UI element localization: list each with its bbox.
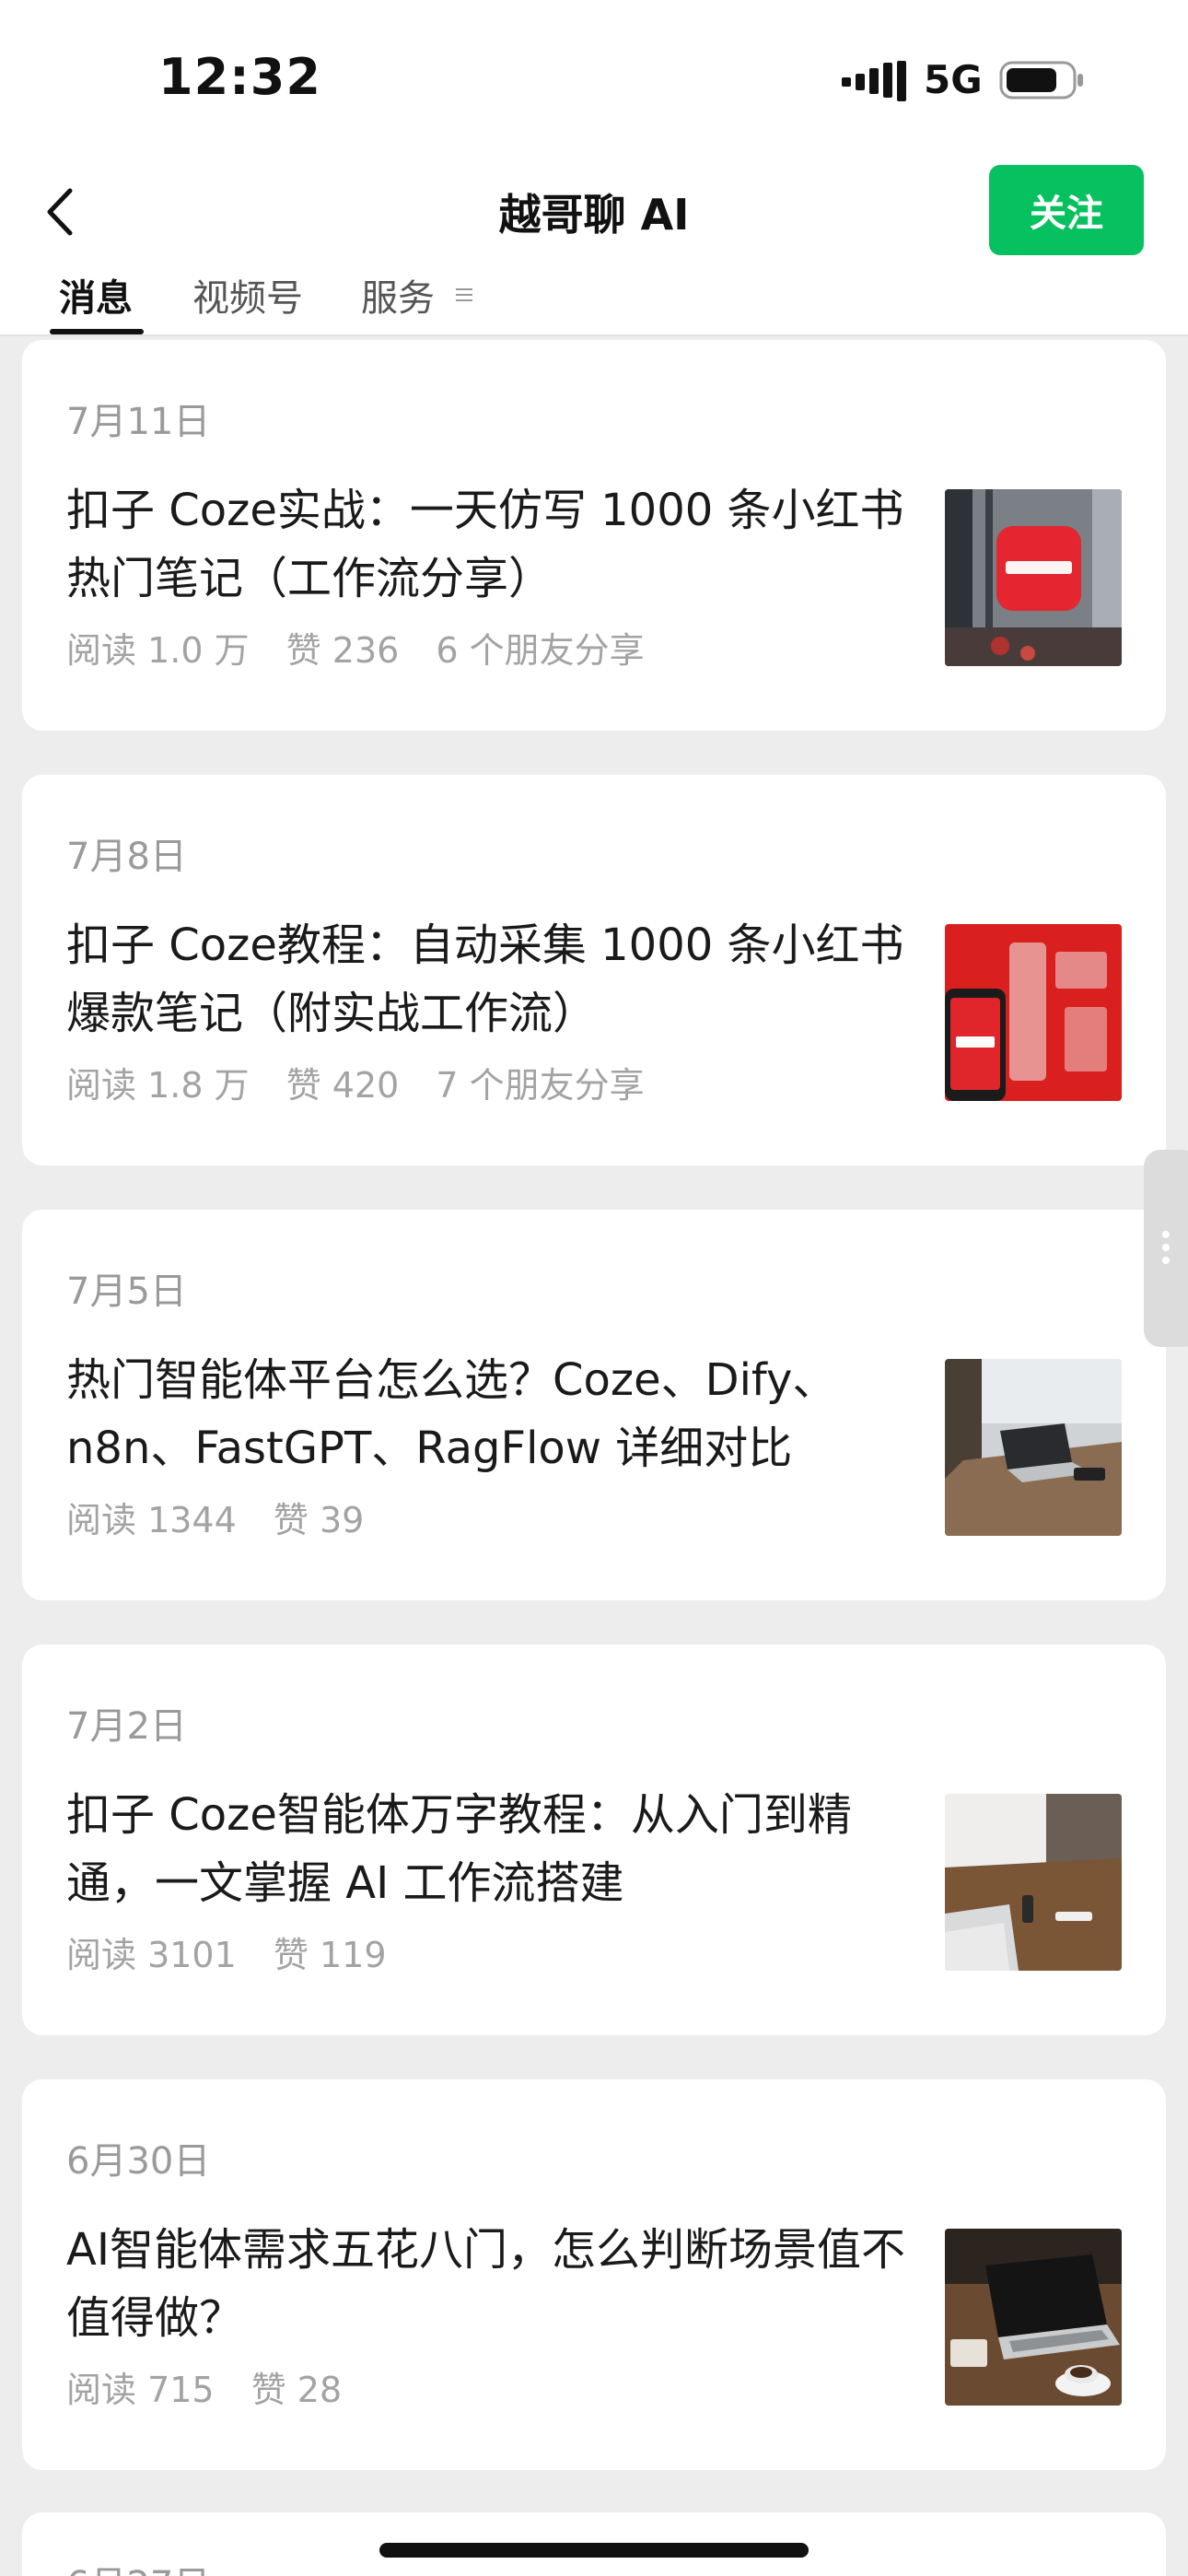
article-date: 6月27日 xyxy=(66,2555,210,2576)
read-count: 阅读 1.0 万 xyxy=(66,630,250,671)
laptop-desk-thumbnail[interactable] xyxy=(945,1359,1122,1536)
status-time: 12:32 xyxy=(158,48,321,106)
side-drag-handle[interactable] xyxy=(1144,1150,1188,1347)
battery-icon xyxy=(999,61,1083,100)
like-count: 赞 28 xyxy=(250,2370,343,2410)
signal-icon xyxy=(842,61,906,101)
article-date: 7月2日 xyxy=(66,1705,187,1748)
tab-messages[interactable]: 消息 xyxy=(59,268,133,322)
like-count: 赞 420 xyxy=(285,1065,400,1106)
read-count: 阅读 1344 xyxy=(66,1500,237,1540)
article-stats: 阅读 1344 赞 39 xyxy=(66,1492,390,1542)
status-bar: 12:32 5G xyxy=(0,0,1188,152)
laptop-table-thumbnail[interactable] xyxy=(945,1794,1122,1971)
article-stats: 阅读 1.0 万 赞 236 6 个朋友分享 xyxy=(66,622,670,673)
xiaohongshu-sign-thumbnail[interactable] xyxy=(945,489,1122,666)
article-title[interactable]: 扣子 Coze智能体万字教程：从入门到精通，一文掌握 AI 工作流搭建 xyxy=(66,1781,932,1917)
like-count: 赞 236 xyxy=(285,630,400,671)
laptop-coffee-thumbnail[interactable] xyxy=(945,2229,1122,2406)
share-count: 6 个朋友分享 xyxy=(436,630,645,671)
article-stats: 阅读 3101 赞 119 xyxy=(66,1926,413,1977)
handle-dot xyxy=(1162,1244,1170,1251)
article-date: 7月5日 xyxy=(66,1270,187,1313)
xiaohongshu-phone-thumbnail[interactable] xyxy=(945,924,1122,1101)
screen: 12:32 5G 越哥聊 AI 关注 消息 视频号 服务 7月11日 扣子 Co… xyxy=(0,0,1188,2576)
article-stats: 阅读 1.8 万 赞 420 7 个朋友分享 xyxy=(66,1057,670,1107)
article-title[interactable]: AI智能体需求五花八门，怎么判断场景值不值得做？ xyxy=(66,2216,932,2352)
article-stats: 阅读 715 赞 28 xyxy=(66,2361,367,2412)
article-card[interactable]: 7月8日 扣子 Coze教程：自动采集 1000 条小红书爆款笔记（附实战工作流… xyxy=(22,775,1166,1165)
tab-bar: 消息 视频号 服务 xyxy=(0,261,1188,336)
handle-dot xyxy=(1162,1257,1170,1264)
read-count: 阅读 715 xyxy=(66,2370,215,2410)
article-title[interactable]: 扣子 Coze实战：一天仿写 1000 条小红书热门笔记（工作流分享） xyxy=(66,476,932,613)
tab-channels[interactable]: 视频号 xyxy=(192,268,303,322)
article-card[interactable]: 7月11日 扣子 Coze实战：一天仿写 1000 条小红书热门笔记（工作流分享… xyxy=(22,340,1166,731)
article-date: 7月8日 xyxy=(66,836,187,878)
nav-header: 越哥聊 AI 关注 消息 视频号 服务 xyxy=(0,152,1188,336)
home-indicator[interactable] xyxy=(379,2543,809,2558)
article-card[interactable]: 6月30日 AI智能体需求五花八门，怎么判断场景值不值得做？ 阅读 715 赞 … xyxy=(22,2079,1166,2470)
handle-dot xyxy=(1162,1231,1170,1238)
like-count: 赞 119 xyxy=(273,1935,387,1975)
follow-button[interactable]: 关注 xyxy=(989,165,1144,255)
article-date: 6月30日 xyxy=(66,2140,211,2183)
menu-icon[interactable] xyxy=(454,285,474,305)
article-title[interactable]: 热门智能体平台怎么选？Coze、Dify、n8n、FastGPT、RagFlow… xyxy=(66,1346,932,1482)
read-count: 阅读 1.8 万 xyxy=(66,1065,250,1106)
article-title[interactable]: 扣子 Coze教程：自动采集 1000 条小红书爆款笔记（附实战工作流） xyxy=(66,911,932,1048)
read-count: 阅读 3101 xyxy=(66,1935,237,1975)
tab-services[interactable]: 服务 xyxy=(361,268,435,322)
active-tab-indicator xyxy=(50,329,144,334)
share-count: 7 个朋友分享 xyxy=(436,1065,645,1106)
like-count: 赞 39 xyxy=(273,1500,365,1540)
article-date: 7月11日 xyxy=(66,401,211,443)
article-card[interactable]: 7月5日 热门智能体平台怎么选？Coze、Dify、n8n、FastGPT、Ra… xyxy=(22,1210,1166,1600)
article-card[interactable]: 7月2日 扣子 Coze智能体万字教程：从入门到精通，一文掌握 AI 工作流搭建… xyxy=(22,1645,1166,2035)
network-label: 5G xyxy=(924,57,983,102)
